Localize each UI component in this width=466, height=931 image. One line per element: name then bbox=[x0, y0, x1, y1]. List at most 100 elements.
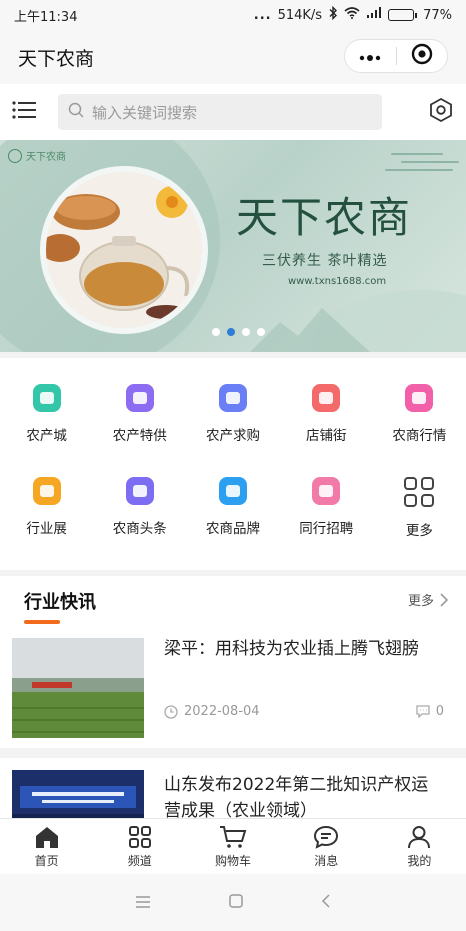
tab-label: 消息 bbox=[314, 854, 339, 868]
category-icon bbox=[312, 384, 341, 412]
category-icon bbox=[219, 384, 247, 412]
news-section-title: 行业快讯 bbox=[24, 592, 96, 613]
mountain-decor-icon bbox=[250, 308, 370, 352]
news-title: 梁平：用科技为农业插上腾飞翅膀 bbox=[164, 639, 419, 659]
news-meta: 2022-08-04 0 bbox=[164, 704, 444, 719]
quick-menu: 农产城 农产特供 农产求购 店铺街 农商行情行业展 农商头条 农商品牌 同行招聘 更多 bbox=[0, 358, 466, 570]
network-speed: 514K/s bbox=[277, 7, 323, 23]
search-placeholder: 输入关键词搜索 bbox=[92, 103, 198, 122]
news-comments: 0 bbox=[416, 704, 444, 719]
banner-brand-logo: 天下农商 bbox=[8, 148, 66, 163]
banner-tea-photo bbox=[40, 166, 208, 334]
close-miniapp-button[interactable] bbox=[397, 40, 448, 72]
news-thumbnail bbox=[12, 638, 144, 738]
battery-percent: 77% bbox=[423, 7, 452, 23]
status-right: ... 514K/s 77% bbox=[253, 5, 452, 24]
quick-menu-label: 农商行情 bbox=[392, 428, 447, 444]
menu-list-icon[interactable] bbox=[12, 100, 36, 124]
carousel-dot[interactable] bbox=[226, 328, 235, 336]
tab-label: 我的 bbox=[407, 854, 432, 868]
banner-url: www.txns1688.com bbox=[288, 276, 387, 287]
quick-menu-item[interactable]: 农产特供 bbox=[93, 380, 186, 473]
more-grid-icon bbox=[404, 477, 435, 507]
quick-menu-label: 更多 bbox=[405, 523, 433, 539]
more-options-button[interactable] bbox=[345, 40, 396, 72]
settings-hex-icon[interactable] bbox=[428, 97, 454, 127]
category-icon bbox=[312, 477, 341, 505]
bluetooth-icon bbox=[328, 5, 338, 24]
tab-messages[interactable]: 消息 bbox=[280, 819, 373, 874]
news-title: 山东发布2022年第二批知识产权运营成果（农业领域） bbox=[164, 775, 429, 821]
cell-signal-icon bbox=[366, 7, 382, 23]
search-row: 输入关键词搜索 bbox=[0, 84, 466, 140]
quick-menu-label: 行业展 bbox=[26, 521, 67, 537]
news-item[interactable]: 梁平：用科技为农业插上腾飞翅膀 2022-08-04 0 bbox=[0, 626, 466, 748]
wifi-icon bbox=[344, 7, 360, 23]
quick-menu-item[interactable]: 农产城 bbox=[0, 380, 93, 473]
quick-menu-row: 农产城 农产特供 农产求购 店铺街 农商行情 bbox=[0, 380, 466, 473]
quick-menu-label: 农商头条 bbox=[112, 521, 167, 537]
recent-apps-icon[interactable] bbox=[135, 893, 151, 912]
news-thumbnail bbox=[12, 770, 144, 822]
quick-menu-item[interactable]: 农商品牌 bbox=[186, 473, 279, 566]
home-square-icon[interactable] bbox=[229, 893, 243, 912]
quick-menu-row: 行业展 农商头条 农商品牌 同行招聘 更多 bbox=[0, 473, 466, 566]
news-comment-count: 0 bbox=[435, 704, 444, 719]
tab-profile[interactable]: 我的 bbox=[373, 819, 466, 874]
tab-home[interactable]: 首页 bbox=[0, 819, 93, 874]
news-item[interactable]: 山东发布2022年第二批知识产权运营成果（农业领域） bbox=[0, 758, 466, 822]
quick-menu-item[interactable]: 行业展 bbox=[0, 473, 93, 566]
banner-subtitle: 三伏养生 茶叶精选 bbox=[262, 253, 388, 269]
category-icon bbox=[219, 477, 247, 505]
search-input[interactable]: 输入关键词搜索 bbox=[58, 94, 382, 130]
carousel-dot[interactable] bbox=[241, 328, 250, 336]
home-icon bbox=[35, 827, 58, 848]
news-title-underline bbox=[24, 620, 60, 624]
quick-menu-item[interactable]: 农产求购 bbox=[186, 380, 279, 473]
quick-menu-item[interactable]: 农商头条 bbox=[93, 473, 186, 566]
miniapp-capsule bbox=[344, 39, 448, 73]
chevron-right-icon bbox=[440, 592, 448, 607]
category-icon bbox=[405, 384, 434, 412]
more-dots-icon bbox=[359, 47, 381, 66]
banner-brand-small: 天下农商 bbox=[26, 152, 66, 163]
bottom-tab-bar: 首页 频道 购物车 消息 我的 bbox=[0, 818, 466, 874]
clock-icon bbox=[164, 704, 178, 719]
title-bar: 天下农商 bbox=[0, 30, 466, 84]
quick-menu-item[interactable]: 农商行情 bbox=[373, 380, 466, 473]
category-icon bbox=[32, 384, 61, 412]
news-more-label: 更多 bbox=[407, 594, 434, 609]
tab-channels[interactable]: 频道 bbox=[93, 819, 186, 874]
category-icon bbox=[125, 477, 154, 505]
quick-menu-item[interactable]: 店铺街 bbox=[280, 380, 373, 473]
quick-menu-label: 农产城 bbox=[26, 428, 67, 444]
page-title: 天下农商 bbox=[18, 47, 95, 70]
tab-cart[interactable]: 购物车 bbox=[186, 819, 279, 874]
quick-menu-label: 农产特供 bbox=[112, 428, 167, 444]
quick-menu-item[interactable]: 同行招聘 bbox=[280, 473, 373, 566]
carousel-dot[interactable] bbox=[211, 328, 220, 336]
cart-icon bbox=[220, 826, 247, 848]
grid-icon bbox=[128, 826, 151, 848]
status-bar: 上午11:34 ... 514K/s 77% bbox=[0, 0, 466, 30]
tab-label: 购物车 bbox=[215, 854, 252, 868]
quick-menu-label: 同行招聘 bbox=[299, 521, 354, 537]
status-dots: ... bbox=[253, 7, 272, 23]
news-more-link[interactable]: 更多 bbox=[408, 590, 448, 609]
carousel-dot[interactable] bbox=[256, 328, 265, 336]
back-icon[interactable] bbox=[321, 893, 331, 912]
promo-banner[interactable]: 天下农商 天下农商 三伏养生 茶叶精选 www.txns1688.com bbox=[0, 140, 466, 352]
quick-menu-label: 店铺街 bbox=[305, 428, 347, 444]
target-icon bbox=[411, 43, 433, 69]
status-time: 上午11:34 bbox=[14, 9, 78, 25]
news-header: 行业快讯 更多 bbox=[0, 576, 466, 626]
battery-icon bbox=[388, 9, 418, 21]
quick-menu-item[interactable]: 更多 bbox=[373, 473, 466, 566]
cloud-decor-icon bbox=[385, 153, 459, 171]
carousel-dots bbox=[0, 328, 466, 336]
news-date: 2022-08-04 bbox=[164, 704, 260, 719]
quick-menu-label: 农产求购 bbox=[206, 428, 260, 444]
user-icon bbox=[408, 826, 431, 849]
message-icon bbox=[314, 825, 339, 849]
news-date-text: 2022-08-04 bbox=[184, 704, 260, 719]
